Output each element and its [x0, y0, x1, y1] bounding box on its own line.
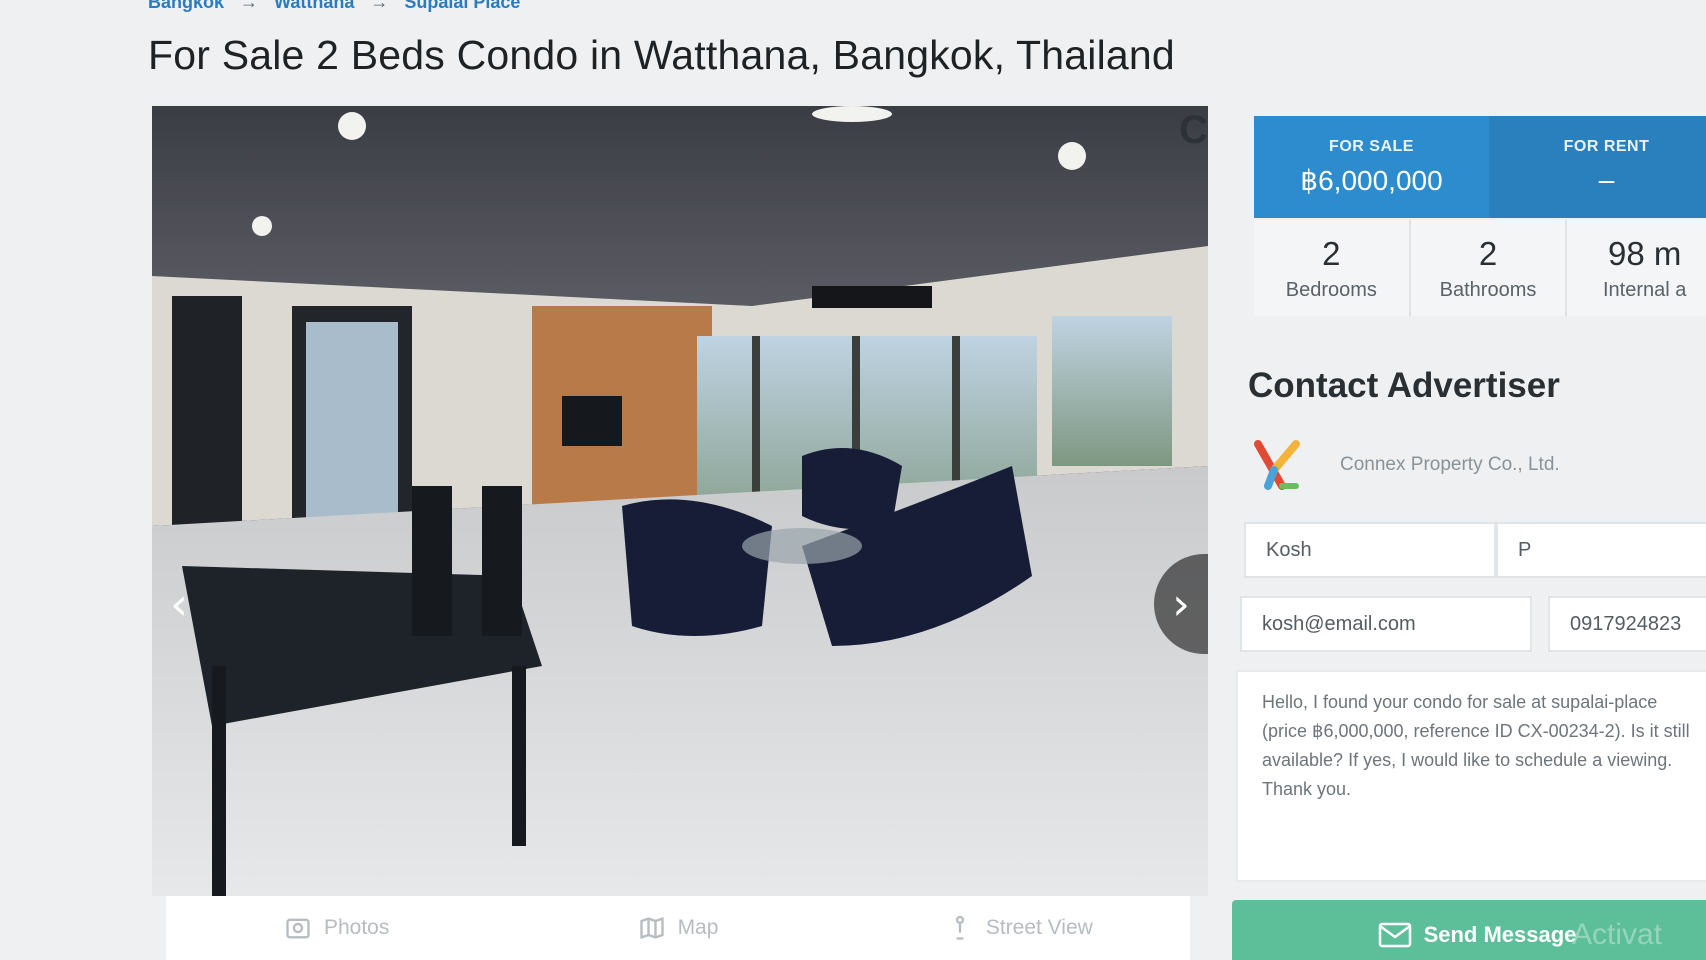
first-name-input[interactable]: [1266, 538, 1494, 562]
map-icon: [639, 917, 664, 939]
rent-label: FOR RENT: [1563, 138, 1650, 155]
tab-street-view[interactable]: Street View: [849, 914, 1190, 942]
stat-label: Bathrooms: [1439, 278, 1537, 301]
stat-internal-area: 98 m Internal a: [1567, 220, 1706, 316]
chevron-right-icon: ›: [1172, 578, 1190, 630]
chevron-left-icon: ‹: [170, 578, 188, 630]
price-rent: FOR RENT –: [1489, 116, 1706, 218]
phone-input[interactable]: [1570, 612, 1706, 636]
breadcrumb-item-supalai-place[interactable]: Supalai Place: [404, 0, 520, 13]
contact-title: Contact Advertiser: [1248, 366, 1560, 405]
stat-label: Internal a: [1602, 278, 1687, 301]
sale-label: FOR SALE: [1329, 137, 1414, 155]
tab-label: Photos: [323, 916, 390, 939]
email-input[interactable]: [1262, 612, 1530, 636]
person-icon: [955, 915, 964, 940]
gallery-corner-text: C: [1179, 108, 1208, 152]
agency-name[interactable]: Connex Property Co., Ltd.: [1340, 454, 1560, 476]
last-name-field[interactable]: [1496, 522, 1706, 578]
tab-label: Street View: [985, 916, 1093, 939]
tab-label: Map: [677, 916, 719, 939]
stat-bedrooms: 2 Bedrooms: [1254, 220, 1411, 316]
price-box: FOR SALE ฿6,000,000 FOR RENT –: [1254, 116, 1706, 218]
breadcrumb: Bangkok → Watthana → Supalai Place: [148, 0, 520, 13]
email-field[interactable]: [1240, 596, 1532, 652]
activate-watermark: Activat: [1572, 918, 1663, 951]
photo-icon: [286, 918, 310, 939]
page-title: For Sale 2 Beds Condo in Watthana, Bangk…: [148, 32, 1175, 78]
stat-value: 98 m: [1607, 234, 1682, 272]
message-textarea[interactable]: Hello, I found your condo for sale at su…: [1236, 670, 1706, 882]
stat-value: 2: [1322, 234, 1341, 272]
breadcrumb-separator: →: [240, 0, 259, 12]
breadcrumb-item-watthana[interactable]: Watthana: [274, 0, 354, 13]
gallery-tabs: Photos Map Street View: [166, 896, 1190, 960]
first-name-field[interactable]: [1244, 522, 1496, 578]
price-sale: FOR SALE ฿6,000,000: [1254, 116, 1489, 218]
listing-photo: [152, 106, 1208, 896]
property-stats: 2 Bedrooms 2 Bathrooms 98 m Internal a: [1254, 220, 1706, 316]
stat-label: Bedrooms: [1285, 278, 1377, 301]
agency-logo: [1254, 440, 1300, 490]
rent-price: –: [1598, 164, 1615, 195]
breadcrumb-separator: →: [370, 0, 389, 12]
tab-map[interactable]: Map: [507, 914, 848, 942]
sale-price: ฿6,000,000: [1300, 164, 1443, 196]
agency-info: Connex Property Co., Ltd.: [1252, 438, 1560, 492]
send-button-label: Send Message: [1423, 922, 1577, 947]
photo-gallery[interactable]: C ‹ ›: [152, 106, 1208, 896]
tab-photos[interactable]: Photos: [166, 914, 507, 942]
last-name-input[interactable]: [1518, 538, 1706, 562]
stat-value: 2: [1478, 234, 1498, 272]
envelope-icon: [1378, 922, 1411, 948]
breadcrumb-item-bangkok[interactable]: Bangkok: [148, 0, 224, 13]
prev-photo-button[interactable]: ‹: [152, 554, 206, 654]
stat-bathrooms: 2 Bathrooms: [1411, 220, 1568, 316]
phone-field[interactable]: [1548, 596, 1706, 652]
